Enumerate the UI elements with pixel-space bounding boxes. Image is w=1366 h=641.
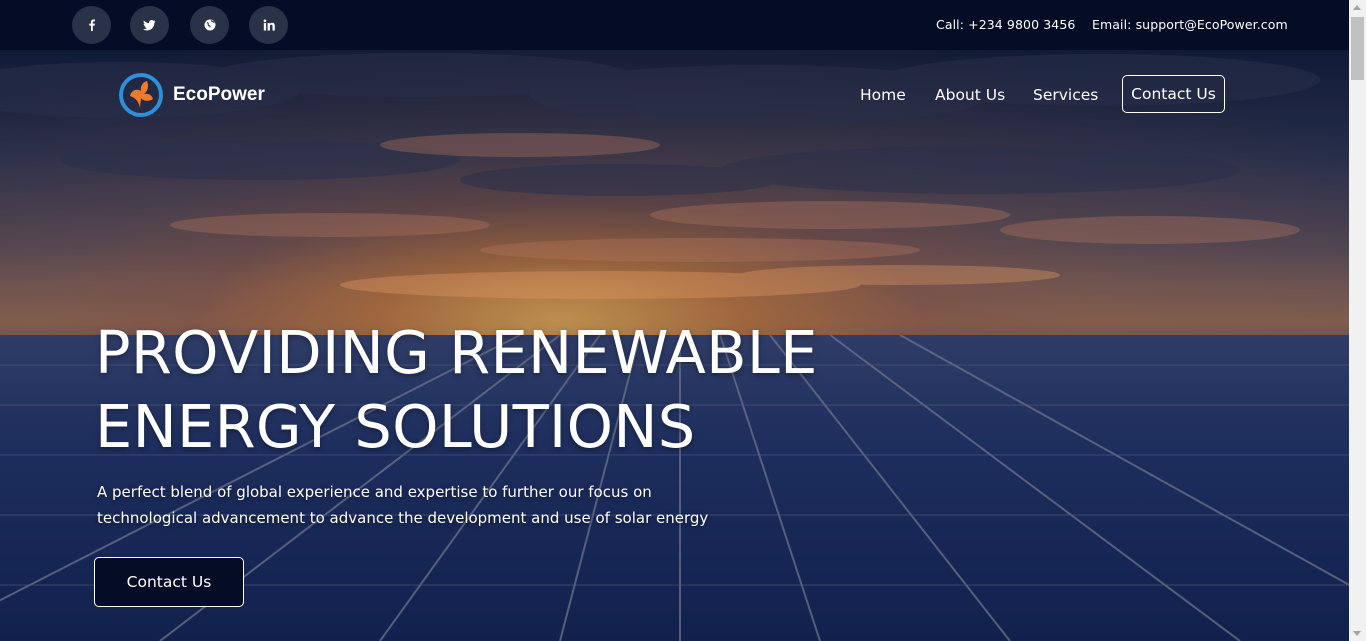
scroll-down-arrow-icon[interactable] [1353,631,1361,636]
brand-logo[interactable]: EcoPower [118,72,265,118]
hero-contact-us-button[interactable]: Contact Us [94,557,244,607]
hero-section: EcoPower Home About Us Services Contact … [0,50,1349,641]
globe-icon [204,19,215,31]
linkedin-link[interactable] [249,6,288,44]
hero-headline: PROVIDING RENEWABLE ENERGY SOLUTIONS [95,316,818,464]
headline-line-2: ENERGY SOLUTIONS [95,392,696,461]
nav-about-us[interactable]: About Us [935,86,1005,104]
linkedin-icon [263,19,275,31]
facebook-link[interactable] [72,6,111,44]
subtext-line-1: A perfect blend of global experience and… [97,483,652,501]
scroll-up-arrow-icon[interactable] [1353,5,1361,10]
hero-subtext: A perfect blend of global experience and… [97,479,717,531]
twitter-icon [143,20,156,31]
phone-number: Call: +234 9800 3456 [936,17,1076,32]
top-bar: Call: +234 9800 3456 Email: support@EcoP… [0,0,1349,50]
globe-link[interactable] [190,6,229,44]
brand-name: EcoPower [173,84,265,105]
headline-line-1: PROVIDING RENEWABLE [95,318,818,387]
facebook-icon [88,19,95,31]
nav-services[interactable]: Services [1033,86,1098,104]
vertical-scrollbar[interactable] [1349,0,1366,641]
subtext-line-2: technological advancement to advance the… [97,509,709,527]
twitter-link[interactable] [130,6,169,44]
nav-home[interactable]: Home [860,86,906,104]
scroll-thumb[interactable] [1351,17,1364,80]
email-address: Email: support@EcoPower.com [1092,17,1288,32]
leaf-logo-icon [119,73,163,117]
nav-contact-us-button[interactable]: Contact Us [1122,75,1225,113]
